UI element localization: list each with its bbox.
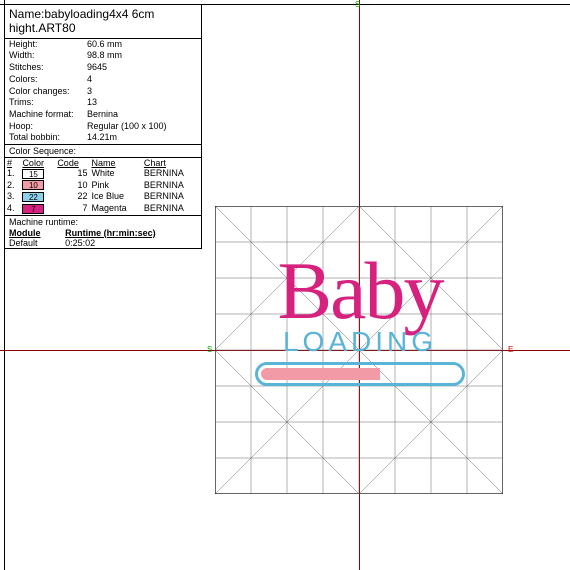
meta-bobbin: 14.21m	[83, 132, 201, 144]
meta-changes-lbl: Color changes:	[5, 86, 83, 98]
col-code: Code	[55, 158, 89, 168]
rt-mod: Default	[5, 238, 61, 248]
cr-swatch: 7	[20, 203, 55, 215]
col-color: Color	[20, 158, 55, 168]
meta-stitches-lbl: Stitches:	[5, 62, 83, 74]
color-row: 1.1515WhiteBERNINA	[5, 168, 201, 180]
color-row: 4.77MagentaBERNINA	[5, 203, 201, 215]
meta-width-lbl: Width:	[5, 50, 83, 62]
meta-format: Bernina	[83, 109, 201, 121]
col-n: #	[5, 158, 20, 168]
cr-name: Pink	[90, 180, 142, 192]
cr-n: 3.	[5, 191, 20, 203]
cr-code: 22	[55, 191, 89, 203]
cr-chart: BERNINA	[142, 191, 201, 203]
cr-swatch: 15	[20, 168, 55, 180]
design-text-loading: LOADING	[224, 326, 496, 358]
rt-rt-hdr: Runtime (hr:min:sec)	[61, 228, 201, 238]
color-row: 3.2222Ice BlueBERNINA	[5, 191, 201, 203]
meta-table: Height:60.6 mm Width:98.8 mm Stitches:96…	[5, 39, 201, 144]
design-text-baby: Baby	[224, 252, 496, 330]
cr-code: 15	[55, 168, 89, 180]
meta-format-lbl: Machine format:	[5, 109, 83, 121]
cr-chart: BERNINA	[142, 168, 201, 180]
col-name: Name	[90, 158, 142, 168]
runtime-table: Module Runtime (hr:min:sec) Default 0:25…	[5, 228, 201, 248]
runtime-header: Machine runtime:	[5, 215, 201, 228]
meta-hoop-lbl: Hoop:	[5, 121, 83, 133]
cr-name: Ice Blue	[90, 191, 142, 203]
rt-rt: 0:25:02	[61, 238, 201, 248]
cr-swatch: 10	[20, 180, 55, 192]
cr-n: 1.	[5, 168, 20, 180]
design-loading-bar	[255, 362, 465, 386]
cr-name: Magenta	[90, 203, 142, 215]
cr-name: White	[90, 168, 142, 180]
color-sequence-header: Color Sequence:	[5, 144, 201, 158]
meta-trims-lbl: Trims:	[5, 97, 83, 109]
info-panel: Name:babyloading4x4 6cm hight.ART80 Heig…	[4, 4, 202, 249]
meta-changes: 3	[83, 86, 201, 98]
cr-code: 7	[55, 203, 89, 215]
cr-chart: BERNINA	[142, 203, 201, 215]
meta-stitches: 9645	[83, 62, 201, 74]
color-row: 2.1010PinkBERNINA	[5, 180, 201, 192]
cr-n: 2.	[5, 180, 20, 192]
design-loading-fill	[261, 368, 380, 380]
meta-colors: 4	[83, 74, 201, 86]
col-chart: Chart	[142, 158, 201, 168]
meta-width: 98.8 mm	[83, 50, 201, 62]
meta-height: 60.6 mm	[83, 39, 201, 51]
color-table: # Color Code Name Chart 1.1515WhiteBERNI…	[5, 158, 201, 215]
mark-s-left: S	[207, 345, 212, 354]
cr-chart: BERNINA	[142, 180, 201, 192]
meta-hoop: Regular (100 x 100)	[83, 121, 201, 133]
rt-mod-hdr: Module	[5, 228, 61, 238]
meta-bobbin-lbl: Total bobbin:	[5, 132, 83, 144]
embroidery-design: Baby LOADING	[224, 252, 496, 386]
meta-colors-lbl: Colors:	[5, 74, 83, 86]
meta-trims: 13	[83, 97, 201, 109]
cr-swatch: 22	[20, 191, 55, 203]
mark-e-right: E	[508, 345, 513, 354]
cr-code: 10	[55, 180, 89, 192]
cr-n: 4.	[5, 203, 20, 215]
design-name: Name:babyloading4x4 6cm hight.ART80	[5, 5, 201, 39]
meta-height-lbl: Height:	[5, 39, 83, 51]
mark-s-top: S	[355, 0, 360, 9]
